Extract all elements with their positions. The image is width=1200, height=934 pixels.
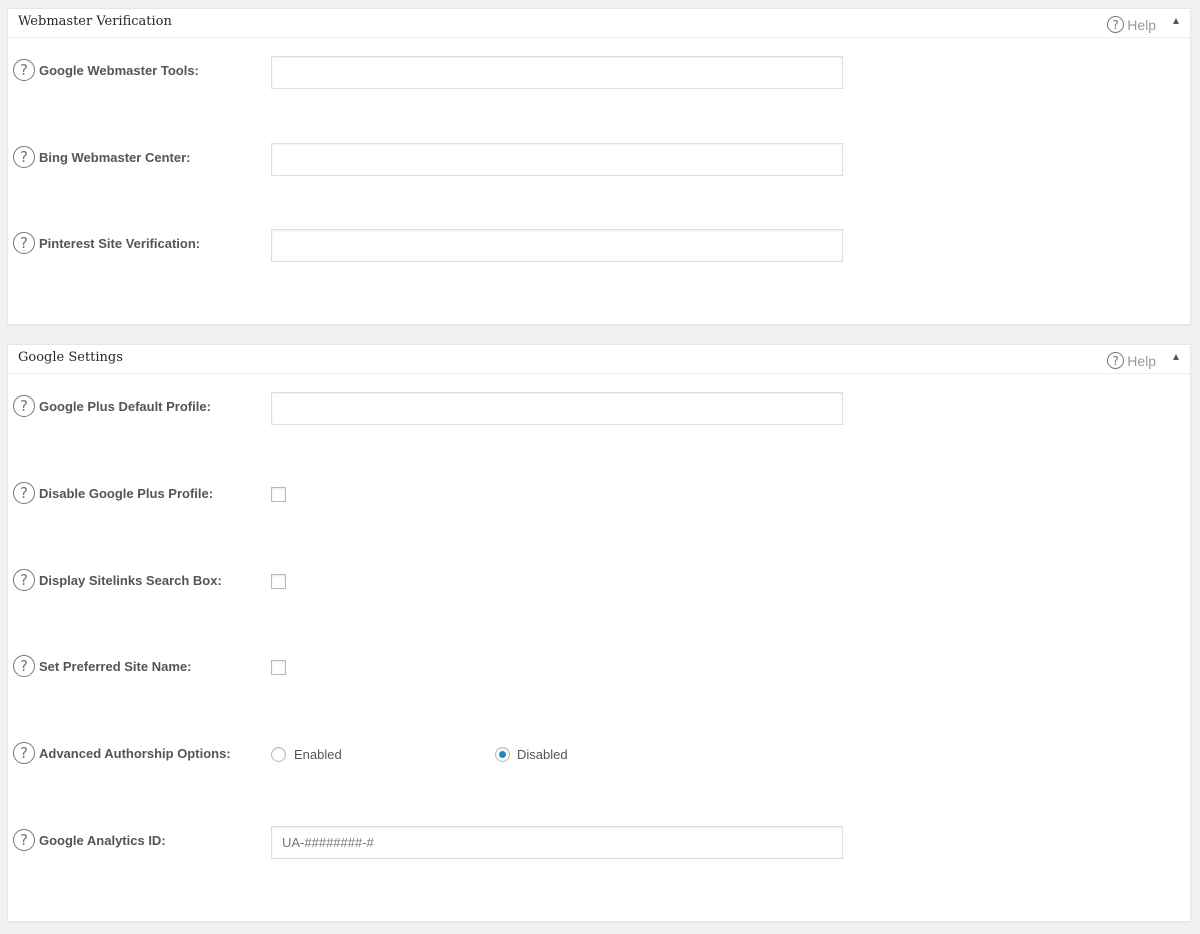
google-plus-default-profile-input[interactable] bbox=[271, 392, 843, 425]
question-circle-icon[interactable]: ? bbox=[13, 829, 35, 851]
panel-header: Webmaster Verification ? Help bbox=[8, 9, 1190, 38]
google-settings-panel: Google Settings ? Help ? Google Plus Def… bbox=[7, 344, 1191, 922]
authorship-enabled-radio[interactable] bbox=[271, 747, 286, 762]
webmaster-verification-panel: Webmaster Verification ? Help ? Google W… bbox=[7, 8, 1191, 325]
field-label: Advanced Authorship Options: bbox=[39, 746, 231, 761]
pinterest-site-verification-row: ? Pinterest Site Verification: bbox=[12, 229, 1190, 262]
panel-title: Webmaster Verification bbox=[18, 14, 172, 29]
question-circle-icon[interactable]: ? bbox=[13, 655, 35, 677]
question-circle-icon: ? bbox=[1107, 352, 1125, 369]
bing-webmaster-center-row: ? Bing Webmaster Center: bbox=[12, 143, 1190, 176]
authorship-disabled-radio[interactable] bbox=[495, 747, 510, 762]
pinterest-site-verification-input[interactable] bbox=[271, 229, 843, 262]
field-label: Pinterest Site Verification: bbox=[39, 236, 201, 251]
radio-label[interactable]: Disabled bbox=[517, 747, 568, 762]
google-webmaster-tools-input[interactable] bbox=[271, 56, 843, 89]
field-label: Set Preferred Site Name: bbox=[39, 659, 192, 674]
collapse-arrow-icon[interactable] bbox=[1173, 18, 1179, 24]
field-label: Bing Webmaster Center: bbox=[39, 150, 191, 165]
disable-google-plus-profile-checkbox[interactable] bbox=[271, 487, 286, 502]
advanced-authorship-options-row: ? Advanced Authorship Options: Enabled D… bbox=[12, 739, 1190, 769]
help-label: Help bbox=[1127, 352, 1156, 369]
field-label: Google Plus Default Profile: bbox=[39, 399, 211, 414]
question-circle-icon[interactable]: ? bbox=[13, 742, 35, 764]
field-label: Disable Google Plus Profile: bbox=[39, 486, 214, 501]
set-preferred-site-name-checkbox[interactable] bbox=[271, 660, 286, 675]
panel-title: Google Settings bbox=[18, 350, 123, 365]
display-sitelinks-search-box-row: ? Display Sitelinks Search Box: bbox=[12, 566, 1190, 596]
radio-label[interactable]: Enabled bbox=[294, 747, 342, 762]
google-analytics-id-row: ? Google Analytics ID: bbox=[12, 826, 1190, 859]
panel-header: Google Settings ? Help bbox=[8, 345, 1190, 374]
question-circle-icon[interactable]: ? bbox=[13, 569, 35, 591]
question-circle-icon[interactable]: ? bbox=[13, 59, 35, 81]
field-label: Display Sitelinks Search Box: bbox=[39, 573, 222, 588]
question-circle-icon[interactable]: ? bbox=[13, 482, 35, 504]
field-label: Google Webmaster Tools: bbox=[39, 63, 199, 78]
help-link[interactable]: ? Help bbox=[1107, 352, 1156, 369]
collapse-arrow-icon[interactable] bbox=[1173, 354, 1179, 360]
disable-google-plus-profile-row: ? Disable Google Plus Profile: bbox=[12, 479, 1190, 509]
help-label: Help bbox=[1127, 16, 1156, 33]
google-analytics-id-input[interactable] bbox=[271, 826, 843, 859]
google-webmaster-tools-row: ? Google Webmaster Tools: bbox=[12, 56, 1190, 89]
question-circle-icon: ? bbox=[1107, 16, 1125, 33]
google-plus-default-profile-row: ? Google Plus Default Profile: bbox=[12, 392, 1190, 425]
display-sitelinks-search-box-checkbox[interactable] bbox=[271, 574, 286, 589]
question-circle-icon[interactable]: ? bbox=[13, 232, 35, 254]
field-label: Google Analytics ID: bbox=[39, 833, 166, 848]
bing-webmaster-center-input[interactable] bbox=[271, 143, 843, 176]
question-circle-icon[interactable]: ? bbox=[13, 146, 35, 168]
question-circle-icon[interactable]: ? bbox=[13, 395, 35, 417]
help-link[interactable]: ? Help bbox=[1107, 16, 1156, 33]
set-preferred-site-name-row: ? Set Preferred Site Name: bbox=[12, 652, 1190, 682]
